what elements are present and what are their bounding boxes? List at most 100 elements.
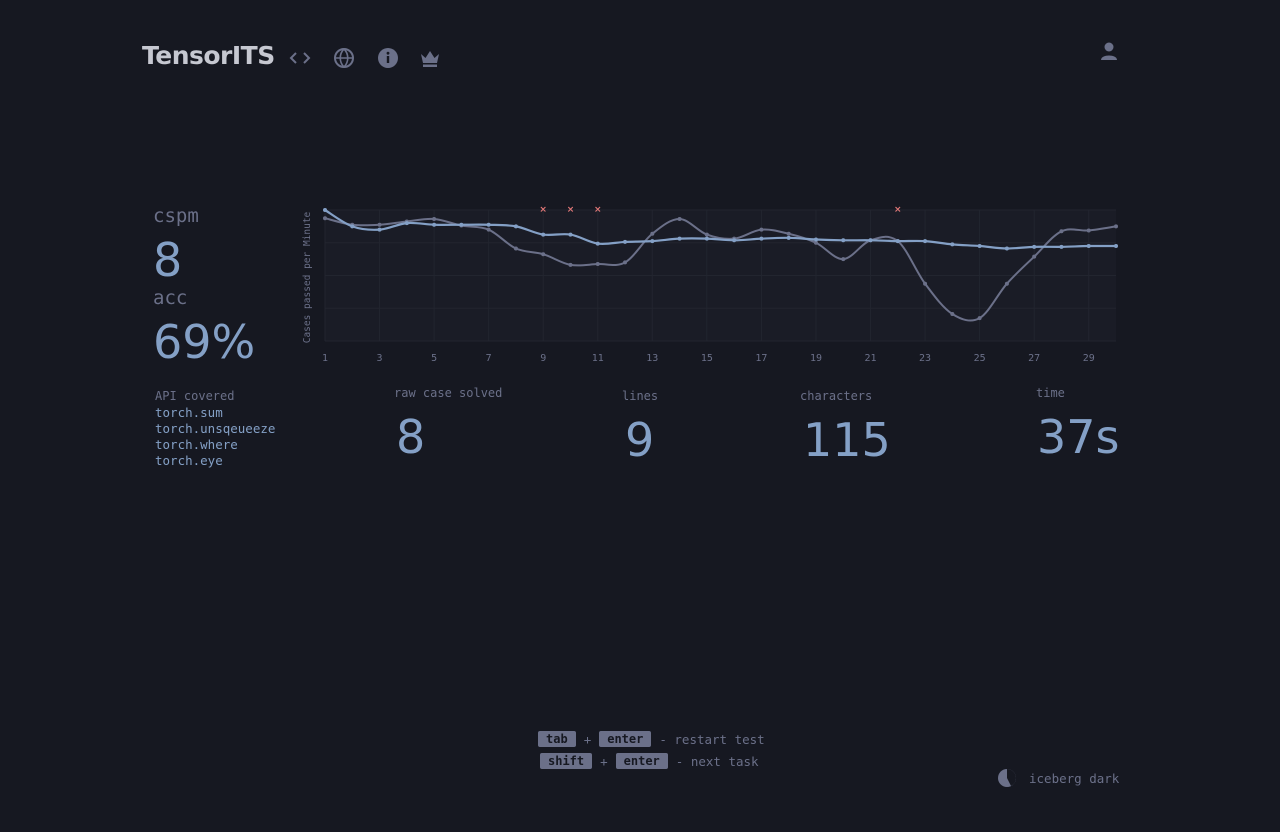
chart-point bbox=[759, 227, 764, 232]
chart-point bbox=[759, 236, 764, 241]
plus-sign: + bbox=[600, 753, 608, 769]
chart-point bbox=[704, 232, 709, 237]
chart-point bbox=[977, 316, 982, 321]
chart-point bbox=[350, 224, 355, 229]
chart-point bbox=[486, 227, 491, 232]
chart-point bbox=[650, 239, 655, 244]
chart-point bbox=[650, 231, 655, 236]
chart-point bbox=[1032, 254, 1037, 259]
theme-switcher[interactable]: iceberg dark bbox=[997, 768, 1119, 788]
chart-point bbox=[1004, 281, 1009, 286]
chart-point bbox=[595, 262, 600, 267]
raw-case-value: 8 bbox=[396, 410, 426, 464]
chart-point bbox=[1114, 224, 1118, 229]
chart-point bbox=[786, 231, 791, 236]
chart-point bbox=[486, 222, 491, 227]
restart-test-text: - restart test bbox=[659, 731, 765, 747]
chart-point bbox=[923, 239, 928, 244]
api-covered-label: API covered bbox=[155, 389, 235, 403]
chart-point bbox=[1032, 244, 1037, 249]
chart-x-tick-label: 5 bbox=[431, 353, 437, 364]
chart-point bbox=[432, 217, 437, 222]
chart-x-tick-label: 11 bbox=[592, 353, 604, 364]
enter-key[interactable]: enter bbox=[599, 731, 652, 747]
chart-point bbox=[704, 236, 709, 241]
time-label: time bbox=[1036, 386, 1065, 400]
api-item: torch.where bbox=[155, 437, 238, 452]
chart-point bbox=[1059, 229, 1064, 234]
chart-x-tick-label: 25 bbox=[974, 353, 986, 364]
chart-point bbox=[923, 281, 928, 286]
chart-point bbox=[895, 239, 900, 244]
chart-point bbox=[459, 222, 464, 227]
chart-error-marker: × bbox=[567, 205, 575, 215]
characters-value: 115 bbox=[803, 413, 891, 467]
chart-x-tick-label: 27 bbox=[1028, 353, 1040, 364]
chart-point bbox=[732, 238, 737, 243]
chart-point bbox=[841, 238, 846, 243]
chart-point bbox=[323, 208, 327, 212]
api-item: torch.unsqeueeze bbox=[155, 421, 276, 436]
chart-point bbox=[786, 235, 791, 240]
plus-sign: + bbox=[583, 731, 592, 747]
chart-point bbox=[404, 221, 409, 226]
chart-point bbox=[1086, 244, 1091, 249]
api-item: torch.eye bbox=[155, 453, 223, 468]
chart-error-marker: × bbox=[594, 205, 602, 215]
chart-x-tick-label: 7 bbox=[486, 353, 492, 364]
chart-point bbox=[1004, 246, 1009, 251]
lines-value: 9 bbox=[625, 413, 655, 467]
chart-point bbox=[677, 236, 682, 241]
chart-x-tick-label: 23 bbox=[919, 353, 931, 364]
chart-x-tick-label: 9 bbox=[540, 353, 546, 364]
chart-point bbox=[568, 232, 573, 237]
next-task-hint: shift + enter - next task bbox=[540, 750, 765, 772]
chart-point bbox=[1114, 244, 1118, 249]
chart-point bbox=[623, 260, 628, 265]
characters-label: characters bbox=[800, 389, 873, 403]
enter-key[interactable]: enter bbox=[615, 753, 668, 769]
chart-point bbox=[868, 238, 873, 243]
chart-point bbox=[513, 224, 518, 229]
raw-case-label: raw case solved bbox=[394, 386, 503, 400]
crown-icon[interactable] bbox=[419, 47, 441, 69]
restart-hint: tab + enter - restart test bbox=[538, 728, 765, 750]
chart-point bbox=[841, 257, 846, 262]
chart-x-tick-label: 17 bbox=[755, 353, 767, 364]
user-icon[interactable] bbox=[1098, 40, 1120, 62]
chart-point bbox=[1059, 244, 1064, 249]
app-logo[interactable]: TensorITS bbox=[142, 41, 275, 70]
chart-point bbox=[813, 237, 818, 242]
acc-value: 69% bbox=[153, 315, 256, 369]
chart-y-axis-label: Cases passed per Minute bbox=[302, 211, 313, 343]
chart-point bbox=[541, 232, 546, 237]
performance-chart: 1 3 5 7 9 11 13 15 17 19 21 23 25 27 29Cases passed pe… bbox=[302, 205, 1118, 364]
keyboard-hints: tab + enter - restart test shift + enter… bbox=[538, 728, 765, 772]
chart-point bbox=[323, 216, 327, 221]
code-icon[interactable] bbox=[289, 47, 311, 69]
api-item: torch.sum bbox=[155, 405, 223, 420]
lines-label: lines bbox=[622, 389, 659, 403]
chart-x-tick-label: 1 bbox=[322, 353, 328, 364]
shift-key[interactable]: shift bbox=[540, 753, 593, 769]
tab-key[interactable]: tab bbox=[538, 731, 576, 747]
chart-x-tick-label: 15 bbox=[701, 353, 713, 364]
chart-point bbox=[568, 262, 573, 267]
chart-point bbox=[977, 244, 982, 249]
info-icon[interactable] bbox=[377, 47, 399, 69]
chart-error-marker: × bbox=[539, 205, 547, 215]
cspm-label: cspm bbox=[153, 205, 199, 227]
globe-icon[interactable] bbox=[333, 47, 355, 69]
chart-point bbox=[950, 311, 955, 316]
chart-point bbox=[595, 241, 600, 246]
chart-point bbox=[513, 246, 518, 251]
chart-point bbox=[377, 222, 382, 227]
chart-point bbox=[1086, 228, 1091, 233]
time-value: 37s bbox=[1037, 410, 1120, 464]
chart-point bbox=[950, 242, 955, 247]
api-list: torch.sum torch.unsqeueeze torch.where t… bbox=[155, 405, 275, 469]
chart-point bbox=[432, 222, 437, 227]
cspm-value: 8 bbox=[153, 233, 183, 287]
chart-x-tick-label: 19 bbox=[810, 353, 822, 364]
theme-name: iceberg dark bbox=[1029, 770, 1120, 786]
